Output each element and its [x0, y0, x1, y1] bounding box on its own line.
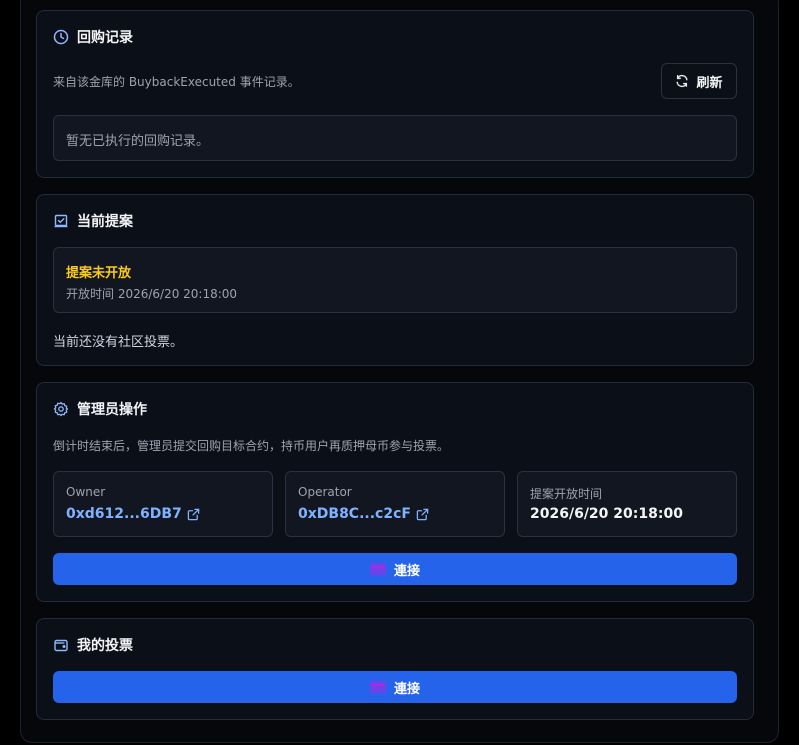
admin-connect-button[interactable]: 連接: [53, 553, 737, 585]
refresh-icon: [676, 74, 688, 88]
refresh-button[interactable]: 刷新: [661, 63, 737, 99]
ballot-icon: [54, 214, 68, 228]
admin-operations-title: 管理员操作: [77, 402, 147, 418]
operator-address: 0xDB8C...c2cF: [298, 506, 411, 522]
my-votes-header: 我的投票: [53, 635, 133, 655]
owner-address: 0xd612...6DB7: [66, 506, 182, 522]
votes-connect-button[interactable]: 連接: [53, 671, 737, 703]
operator-label: Operator: [298, 485, 352, 499]
buyback-empty-box: 暂无已执行的回购记录。: [53, 115, 737, 161]
refresh-label: 刷新: [696, 75, 723, 91]
buyback-records-header: 回购记录: [53, 27, 133, 47]
my-votes-card: 我的投票 連接: [36, 618, 754, 720]
wallet-outline-icon: [54, 639, 68, 652]
buyback-records-card: 回购记录 来自该金库的 BuybackExecuted 事件记录。 刷新 暂无已…: [36, 10, 754, 178]
current-proposal-title: 当前提案: [77, 214, 133, 230]
operator-address-link[interactable]: 0xDB8C...c2cF: [298, 506, 429, 522]
buyback-empty-text: 暂无已执行的回购记录。: [66, 134, 210, 149]
owner-box: Owner 0xd612...6DB7: [53, 471, 273, 537]
admin-operations-card: 管理员操作 倒计时结束后，管理员提交回购目标合约，持币用户再质押母币参与投票。 …: [36, 382, 754, 602]
proposal-status-box: 提案未开放 开放时间 2026/6/20 20:18:00: [53, 247, 737, 313]
votes-connect-label: 連接: [393, 681, 420, 697]
current-proposal-header: 当前提案: [53, 211, 133, 231]
buyback-records-title: 回购记录: [77, 30, 133, 46]
admin-connect-label: 連接: [393, 563, 420, 579]
admin-operations-description: 倒计时结束后，管理员提交回购目标合约，持币用户再质押母币参与投票。: [53, 439, 450, 453]
proposal-open-time: 开放时间 2026/6/20 20:18:00: [66, 287, 238, 301]
open-time-value: 2026/6/20 20:18:00: [530, 506, 683, 522]
proposal-status: 提案未开放: [66, 266, 132, 281]
wallet-icon: [369, 563, 386, 575]
my-votes-title: 我的投票: [77, 638, 133, 654]
wallet-icon: [369, 681, 386, 693]
buyback-records-description: 来自该金库的 BuybackExecuted 事件记录。: [53, 75, 300, 89]
external-link-icon: [187, 508, 200, 520]
external-link-icon: [416, 508, 429, 520]
gear-icon: [53, 401, 69, 417]
operator-box: Operator 0xDB8C...c2cF: [285, 471, 505, 537]
owner-label: Owner: [66, 485, 106, 499]
owner-address-link[interactable]: 0xd612...6DB7: [66, 506, 200, 522]
clock-icon: [53, 29, 69, 45]
current-proposal-card: 当前提案 提案未开放 开放时间 2026/6/20 20:18:00 当前还没有…: [36, 194, 754, 366]
open-time-label: 提案开放时间: [530, 487, 603, 501]
admin-operations-header: 管理员操作: [53, 399, 147, 419]
no-votes-text: 当前还没有社区投票。: [53, 335, 184, 350]
open-time-box: 提案开放时间 2026/6/20 20:18:00: [517, 471, 737, 537]
